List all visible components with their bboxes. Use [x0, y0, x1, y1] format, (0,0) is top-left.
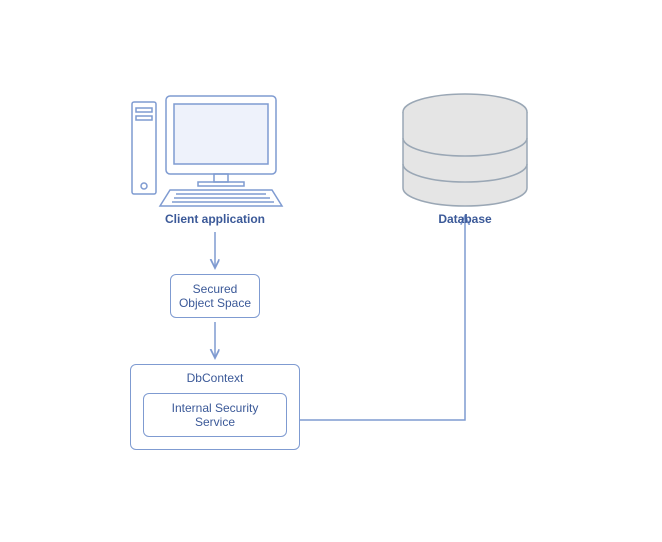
internal-security-service-label: Internal Security Service	[144, 401, 286, 429]
dbcontext-box: DbContext Internal Security Service	[130, 364, 300, 450]
dbcontext-label: DbContext	[131, 371, 299, 385]
client-application-label: Client application	[150, 212, 280, 226]
client-computer-icon	[132, 96, 282, 206]
arrow-dbcontext-to-database	[300, 216, 465, 420]
secured-object-space-label: Secured Object Space	[171, 282, 259, 310]
database-icon	[403, 94, 527, 206]
secured-object-space-box: Secured Object Space	[170, 274, 260, 318]
database-label: Database	[415, 212, 515, 226]
internal-security-service-box: Internal Security Service	[143, 393, 287, 437]
